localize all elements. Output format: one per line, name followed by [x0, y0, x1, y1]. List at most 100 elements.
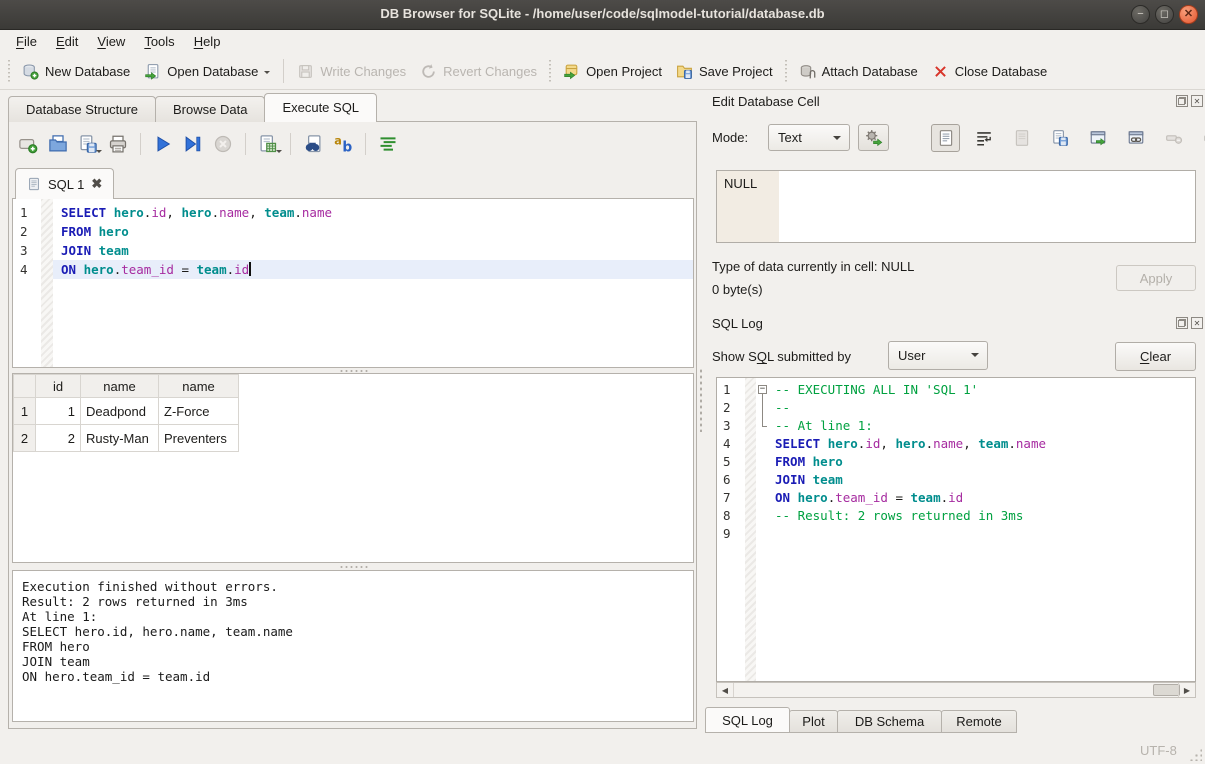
dropdown-caret[interactable]	[276, 150, 282, 156]
result-cell[interactable]: 1	[36, 398, 81, 425]
cell-type-info: Type of data currently in cell: NULL	[712, 259, 914, 274]
close-dock-icon[interactable]: ✕	[1191, 95, 1203, 107]
apply-button[interactable]: Apply	[1116, 265, 1196, 291]
dock-tab-plot[interactable]: Plot	[789, 710, 838, 733]
word-wrap-icon	[975, 129, 993, 147]
toolbar-grip[interactable]	[784, 60, 788, 82]
save-as-button[interactable]	[1045, 124, 1074, 152]
word-wrap-button[interactable]	[969, 124, 998, 152]
open-in-window-button[interactable]	[1121, 124, 1150, 152]
toolbar-separator	[290, 133, 291, 155]
sql-log-horizontal-scrollbar[interactable]: ◀ ▶	[716, 682, 1196, 698]
svg-text:a: a	[334, 135, 342, 148]
open-project-button[interactable]: Open Project	[556, 59, 669, 84]
close-button[interactable]: ✕	[1179, 5, 1198, 24]
sql-log-view[interactable]: 123456789 − -- EXECUTING ALL IN 'SQL 1'-…	[716, 377, 1196, 682]
apply-format-button[interactable]	[858, 124, 889, 151]
save-sql-file-icon[interactable]	[78, 134, 98, 154]
dock-tab-remote[interactable]: Remote	[941, 710, 1017, 733]
format-icon[interactable]	[378, 134, 398, 154]
column-header[interactable]: name	[159, 375, 239, 398]
sql-editor-code[interactable]: SELECT hero.id, hero.name, team.nameFROM…	[53, 199, 693, 367]
sql-editor-line[interactable]: ON hero.team_id = team.id	[53, 260, 693, 279]
attach-database-button[interactable]: Attach Database	[792, 59, 925, 84]
encoding-indicator[interactable]: UTF-8	[1140, 743, 1177, 758]
dropdown-caret[interactable]	[264, 71, 270, 77]
revert-changes-button: Revert Changes	[413, 59, 544, 84]
resize-grip[interactable]	[1189, 748, 1202, 761]
save-results-icon[interactable]	[258, 134, 278, 154]
result-cell[interactable]: Deadpond	[81, 398, 159, 425]
sql-document-icon	[27, 177, 41, 191]
line-number: 3	[20, 241, 41, 260]
menu-view[interactable]: View	[88, 32, 135, 51]
export-button[interactable]	[1083, 124, 1112, 152]
maximize-button[interactable]: ◻	[1155, 5, 1174, 24]
message-line: ON hero.team_id = team.id	[22, 669, 684, 684]
tab-browse-data[interactable]: Browse Data	[155, 96, 265, 122]
find-icon[interactable]	[303, 134, 323, 154]
menu-tools[interactable]: Tools	[135, 32, 184, 51]
toolbar-grip[interactable]	[548, 60, 552, 82]
open-database-button[interactable]: Open Database	[137, 59, 277, 84]
scrollbar-thumb[interactable]	[1153, 684, 1180, 696]
cell-size-info: 0 byte(s)	[712, 282, 763, 297]
column-header[interactable]: id	[36, 375, 81, 398]
float-dock-icon[interactable]	[1176, 317, 1188, 329]
mode-select[interactable]: Text	[768, 124, 850, 151]
result-cell[interactable]: Preventers	[159, 425, 239, 452]
column-header[interactable]: name	[81, 375, 159, 398]
toolbar-button-label: Open Project	[586, 64, 662, 79]
toolbar-button-label: Save Project	[699, 64, 773, 79]
message-line: SELECT hero.id, hero.name, team.name	[22, 624, 684, 639]
print-button[interactable]	[1197, 124, 1205, 152]
sql-editor[interactable]: 1234 SELECT hero.id, hero.name, team.nam…	[12, 198, 694, 368]
open-sql-file-icon[interactable]	[48, 134, 68, 154]
revert-changes-icon	[420, 63, 437, 80]
new-database-button[interactable]: New Database	[15, 59, 137, 84]
cell-value-editor[interactable]: NULL	[716, 170, 1196, 243]
sql-log-dock-title: SQL Log	[712, 316, 763, 331]
cell-text-area[interactable]	[779, 171, 1195, 242]
tab-database-structure[interactable]: Database Structure	[8, 96, 156, 122]
close-database-button[interactable]: Close Database	[925, 59, 1055, 84]
vertical-splitter[interactable]	[699, 368, 703, 432]
sql-editor-line[interactable]: SELECT hero.id, hero.name, team.name	[53, 203, 693, 222]
result-cell[interactable]: 2	[36, 425, 81, 452]
row-header[interactable]: 1	[14, 398, 36, 425]
minimize-button[interactable]: −	[1131, 5, 1150, 24]
toolbar-grip[interactable]	[7, 60, 11, 82]
sql-editor-line[interactable]: FROM hero	[53, 222, 693, 241]
autocomplete-icon[interactable]: ab	[333, 134, 353, 154]
execute-line-icon[interactable]	[183, 134, 203, 154]
close-tab-icon[interactable]: ✖	[91, 176, 102, 192]
text-document-icon	[937, 129, 955, 147]
fold-collapse-icon[interactable]: −	[758, 385, 767, 394]
menu-help[interactable]: Help	[185, 32, 231, 51]
menu-edit[interactable]: Edit	[47, 32, 88, 51]
dropdown-caret[interactable]	[96, 150, 102, 156]
save-project-button[interactable]: Save Project	[669, 59, 780, 84]
scroll-left-icon[interactable]: ◀	[717, 683, 734, 697]
sql-log-line: FROM hero	[771, 453, 1195, 471]
clear-log-button[interactable]: Clear	[1115, 342, 1196, 371]
text-document-button[interactable]	[931, 124, 960, 152]
new-sql-tab-icon[interactable]	[18, 134, 38, 154]
close-dock-icon[interactable]: ✕	[1191, 317, 1203, 329]
result-cell[interactable]: Z-Force	[159, 398, 239, 425]
sql-log-fold-margin[interactable]: −	[756, 378, 771, 681]
float-dock-icon[interactable]	[1176, 95, 1188, 107]
sql-log-filter-select[interactable]: User	[888, 341, 988, 370]
titlebar[interactable]: DB Browser for SQLite - /home/user/code/…	[0, 0, 1205, 30]
tab-execute-sql[interactable]: Execute SQL	[264, 93, 377, 122]
sql-editor-line[interactable]: JOIN team	[53, 241, 693, 260]
dock-tab-db-schema[interactable]: DB Schema	[837, 710, 942, 733]
sql-file-tab[interactable]: SQL 1 ✖	[15, 168, 114, 199]
scroll-right-icon[interactable]: ▶	[1178, 683, 1195, 697]
result-cell[interactable]: Rusty-Man	[81, 425, 159, 452]
dock-tab-sql-log[interactable]: SQL Log	[705, 707, 790, 733]
menu-file[interactable]: File	[7, 32, 47, 51]
row-header[interactable]: 2	[14, 425, 36, 452]
execute-all-icon[interactable]	[153, 134, 173, 154]
print-icon[interactable]	[108, 134, 128, 154]
